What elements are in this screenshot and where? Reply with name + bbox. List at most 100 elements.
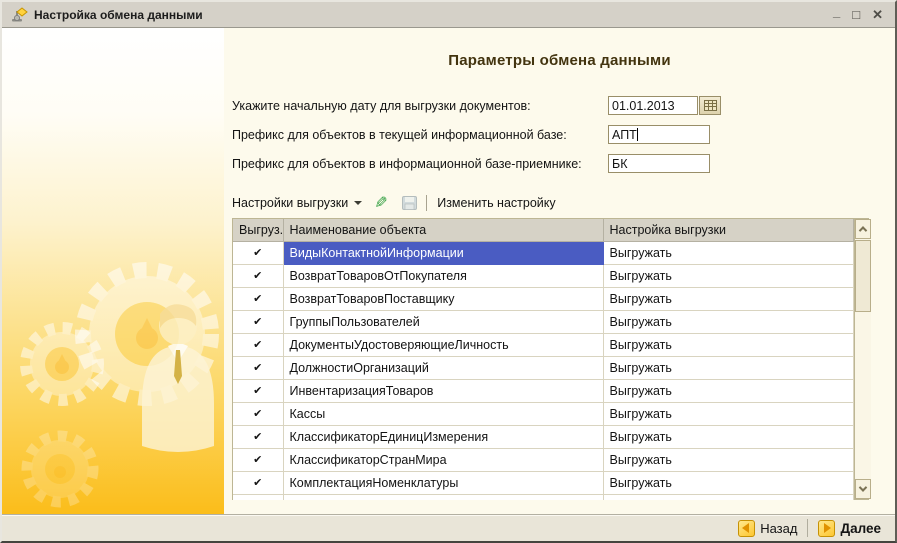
export-setting-cell[interactable]: Выгружать (603, 448, 853, 471)
object-name-cell[interactable]: ВозвратТоваровПоставщику (283, 287, 603, 310)
maximize-button[interactable]: □ (852, 8, 860, 21)
footer-separator (807, 519, 808, 537)
export-checkbox-cell (233, 494, 283, 500)
back-arrow-icon (738, 520, 755, 537)
window-title: Настройка обмена данными (34, 8, 833, 22)
column-header-export[interactable]: Выгруз... (233, 219, 283, 241)
back-button-label: Назад (760, 521, 797, 536)
calendar-button[interactable] (699, 96, 721, 115)
export-setting-cell[interactable]: Выгружать (603, 287, 853, 310)
table-row: ✔ ДолжностиОрганизаций Выгружать (233, 356, 853, 379)
export-checkbox-cell[interactable]: ✔ (233, 471, 283, 494)
table-row: ✔ ВозвратТоваровПоставщику Выгружать (233, 287, 853, 310)
table-row: ✔ ГруппыПользователей Выгружать (233, 310, 853, 333)
text-caret (637, 128, 638, 141)
table-row: ✔ КлассификаторЕдиницИзмерения Выгружать (233, 425, 853, 448)
titlebar: Настройка обмена данными _ □ ✕ (2, 2, 895, 28)
parameters-form: Укажите начальную дату для выгрузки доку… (224, 91, 895, 178)
wizard-footer: Назад Далее (2, 514, 895, 541)
table-row (233, 494, 853, 500)
export-checkbox-cell[interactable]: ✔ (233, 333, 283, 356)
prefix-current-label: Префикс для объектов в текущей информаци… (232, 128, 608, 142)
back-button[interactable]: Назад (738, 520, 797, 537)
export-setting-cell[interactable]: Выгружать (603, 379, 853, 402)
export-setting-cell[interactable]: Выгружать (603, 333, 853, 356)
main-panel: Параметры обмена данными Укажите начальн… (224, 28, 895, 514)
export-checkbox-cell[interactable]: ✔ (233, 448, 283, 471)
column-header-object-name[interactable]: Наименование объекта (283, 219, 603, 241)
start-date-label: Укажите начальную дату для выгрузки доку… (232, 99, 608, 113)
start-date-row: Укажите начальную дату для выгрузки доку… (224, 91, 895, 120)
window-body: Параметры обмена данными Укажите начальн… (2, 28, 895, 514)
exchange-settings-window: Настройка обмена данными _ □ ✕ (0, 0, 897, 543)
export-settings-dropdown[interactable]: Настройки выгрузки (232, 196, 362, 210)
export-setting-cell[interactable]: Выгружать (603, 402, 853, 425)
object-name-cell[interactable]: ГруппыПользователей (283, 310, 603, 333)
start-date-input[interactable] (608, 96, 698, 115)
table-row: ✔ КомплектацияНоменклатуры Выгружать (233, 471, 853, 494)
export-checkbox-cell[interactable]: ✔ (233, 402, 283, 425)
export-checkbox-cell[interactable]: ✔ (233, 379, 283, 402)
export-setting-cell[interactable]: Выгружать (603, 471, 853, 494)
table-row: ✔ КлассификаторСтранМира Выгружать (233, 448, 853, 471)
object-name-cell[interactable]: ДокументыУдостоверяющиеЛичность (283, 333, 603, 356)
next-button[interactable]: Далее (818, 520, 881, 537)
scroll-down-button[interactable] (855, 479, 871, 499)
calendar-icon (704, 100, 717, 111)
prefix-target-row: Префикс для объектов в информационной ба… (224, 149, 895, 178)
export-checkbox-cell[interactable]: ✔ (233, 264, 283, 287)
export-setting-cell[interactable]: Выгружать (603, 356, 853, 379)
next-button-label: Далее (840, 521, 881, 536)
table-row: ✔ ВидыКонтактнойИнформации Выгружать (233, 241, 853, 264)
export-checkbox-cell[interactable]: ✔ (233, 287, 283, 310)
vertical-scrollbar[interactable] (854, 219, 871, 499)
chevron-up-icon (858, 226, 866, 234)
export-checkbox-cell[interactable]: ✔ (233, 241, 283, 264)
object-name-cell (283, 494, 603, 500)
export-checkbox-cell[interactable]: ✔ (233, 356, 283, 379)
table-row: ✔ Кассы Выгружать (233, 402, 853, 425)
object-name-cell[interactable]: ВидыКонтактнойИнформации (283, 241, 603, 264)
object-name-cell[interactable]: КомплектацияНоменклатуры (283, 471, 603, 494)
page-title: Параметры обмена данными (224, 52, 895, 69)
prefix-target-input[interactable] (608, 154, 710, 173)
export-setting-cell (603, 494, 853, 500)
prefix-current-input[interactable] (608, 125, 710, 144)
sidebar-artwork (2, 28, 224, 514)
minimize-button[interactable]: _ (833, 5, 840, 18)
toolbar-separator (426, 195, 427, 211)
export-checkbox-cell[interactable]: ✔ (233, 425, 283, 448)
export-settings-dropdown-label: Настройки выгрузки (232, 196, 348, 210)
objects-table: Выгруз... Наименование объекта Настройка… (232, 218, 869, 500)
gears-person-illustration (2, 214, 224, 514)
object-name-cell[interactable]: КлассификаторСтранМира (283, 448, 603, 471)
table-header-row: Выгруз... Наименование объекта Настройка… (233, 219, 853, 241)
window-controls: _ □ ✕ (833, 8, 883, 21)
table-row: ✔ ИнвентаризацияТоваров Выгружать (233, 379, 853, 402)
save-icon (400, 194, 418, 212)
edit-pencil-icon[interactable]: ✎ (372, 194, 390, 212)
table-toolbar: Настройки выгрузки ✎ Изменить настройку (232, 192, 895, 214)
change-setting-button[interactable]: Изменить настройку (437, 196, 555, 210)
chevron-down-icon (858, 483, 866, 491)
app-icon (10, 7, 28, 23)
column-header-export-setting[interactable]: Настройка выгрузки (603, 219, 853, 241)
export-setting-cell[interactable]: Выгружать (603, 264, 853, 287)
export-setting-cell[interactable]: Выгружать (603, 310, 853, 333)
export-setting-cell[interactable]: Выгружать (603, 425, 853, 448)
object-name-cell[interactable]: ИнвентаризацияТоваров (283, 379, 603, 402)
close-button[interactable]: ✕ (872, 8, 883, 21)
object-name-cell[interactable]: Кассы (283, 402, 603, 425)
scrollbar-thumb[interactable] (855, 240, 871, 312)
object-name-cell[interactable]: ДолжностиОрганизаций (283, 356, 603, 379)
next-arrow-icon (818, 520, 835, 537)
export-checkbox-cell[interactable]: ✔ (233, 310, 283, 333)
prefix-current-row: Префикс для объектов в текущей информаци… (224, 120, 895, 149)
object-name-cell[interactable]: ВозвратТоваровОтПокупателя (283, 264, 603, 287)
prefix-target-label: Префикс для объектов в информационной ба… (232, 157, 608, 171)
table-row: ✔ ВозвратТоваровОтПокупателя Выгружать (233, 264, 853, 287)
export-setting-cell[interactable]: Выгружать (603, 241, 853, 264)
scroll-up-button[interactable] (855, 219, 871, 239)
chevron-down-icon (354, 201, 362, 205)
object-name-cell[interactable]: КлассификаторЕдиницИзмерения (283, 425, 603, 448)
